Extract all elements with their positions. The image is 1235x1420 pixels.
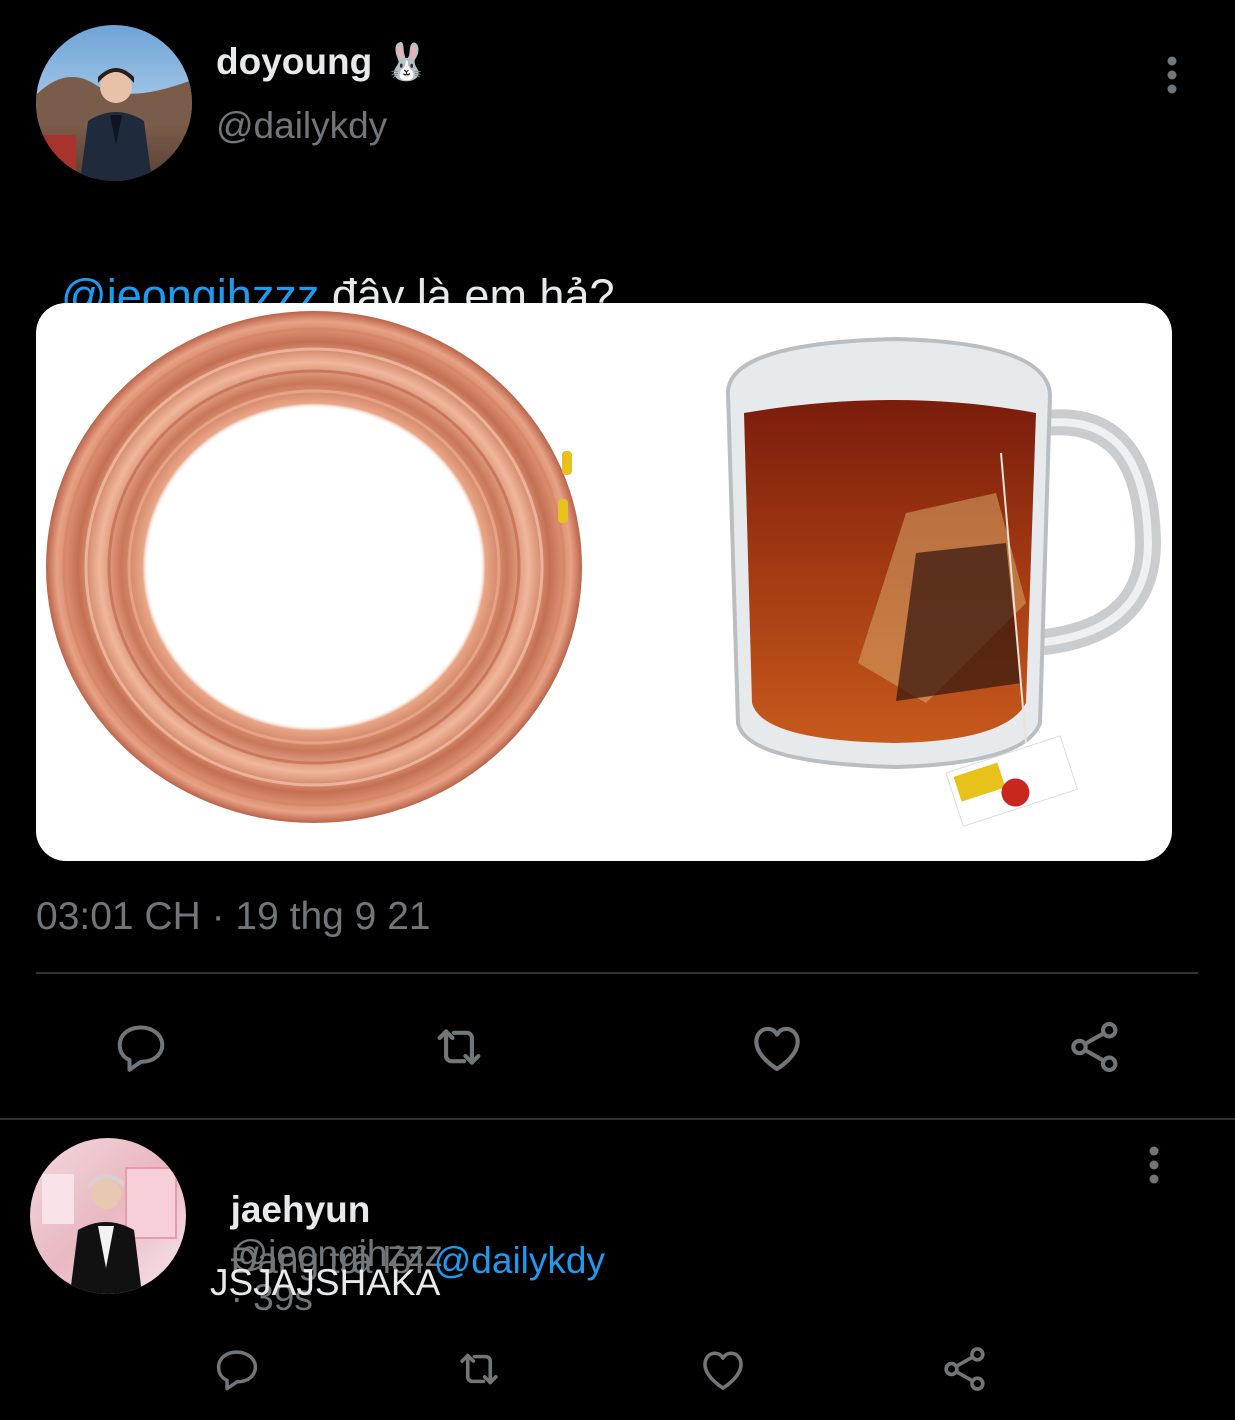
tweet-timestamp[interactable]: 03:01 CH · 19 thg 9 21	[36, 893, 431, 941]
divider	[36, 972, 1198, 974]
tweet-media[interactable]	[36, 303, 1172, 861]
rabbit-emoji: 🐰	[384, 41, 430, 82]
replying-to-link[interactable]: @dailykdy	[434, 1240, 605, 1281]
reply-retweet-icon[interactable]	[450, 1340, 508, 1398]
section-divider	[0, 1118, 1235, 1120]
retweet-icon[interactable]	[426, 1014, 492, 1080]
author-display-name[interactable]: doyoung	[216, 40, 372, 84]
author-handle[interactable]: @dailykdy	[216, 104, 387, 148]
share-icon[interactable]	[1062, 1014, 1128, 1080]
copper-coil-image	[46, 311, 582, 823]
reply-text: JSJAJSHAKA	[210, 1262, 441, 1303]
reply-share-icon[interactable]	[936, 1340, 994, 1398]
reply-like-icon[interactable]	[694, 1340, 752, 1398]
more-options-icon[interactable]	[1150, 50, 1194, 100]
author-avatar[interactable]	[36, 25, 192, 181]
like-icon[interactable]	[744, 1014, 810, 1080]
reply-more-options-icon[interactable]	[1132, 1140, 1176, 1190]
reply-reply-icon[interactable]	[208, 1340, 266, 1398]
tea-mug-image	[725, 336, 1162, 827]
reply-author-avatar[interactable]	[30, 1138, 186, 1294]
reply-icon[interactable]	[108, 1014, 174, 1080]
